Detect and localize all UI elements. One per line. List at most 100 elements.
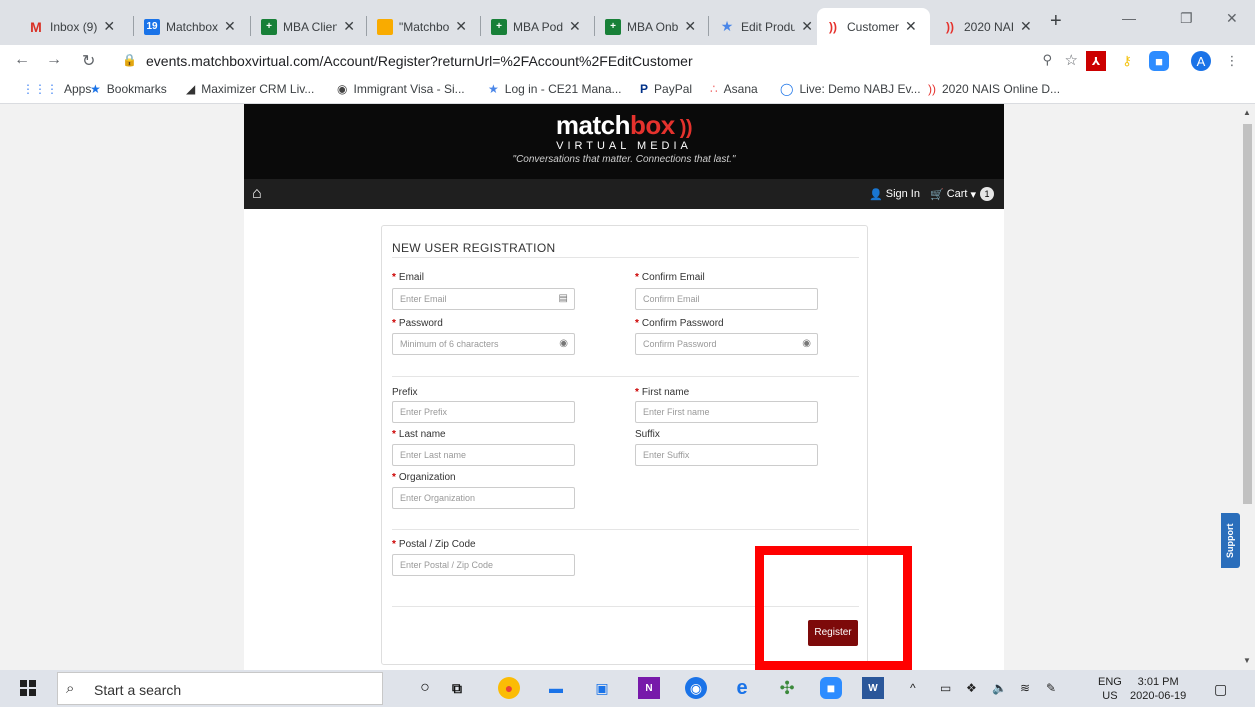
language-indicator[interactable]: ENG US	[1098, 675, 1122, 703]
confirm-email-field[interactable]: Confirm Email	[635, 288, 818, 310]
tray-chevron-icon[interactable]: ^	[910, 681, 916, 695]
home-icon[interactable]: ⌂	[252, 185, 262, 203]
bookmark-label: Maximizer CRM Liv...	[201, 82, 315, 96]
close-icon[interactable]: ✕	[455, 18, 467, 35]
close-icon[interactable]: ✕	[343, 18, 355, 35]
bookmark-immigrant-visa[interactable]: ◉ Immigrant Visa - Si...	[337, 82, 465, 96]
cart-icon: 🛒	[929, 188, 944, 201]
postal-code-field[interactable]: Enter Postal / Zip Code	[392, 554, 575, 576]
page-scrollbar[interactable]: ▲ ▼	[1240, 104, 1255, 670]
cart-link[interactable]: Cart	[947, 188, 968, 200]
dropbox-icon[interactable]: ❖	[966, 681, 977, 695]
scroll-down-icon[interactable]: ▼	[1243, 656, 1251, 665]
tab-2020-nais[interactable]: )) 2020 NAI ✕	[934, 8, 1042, 45]
tab-mba-pod[interactable]: + MBA Pod ✕	[483, 8, 591, 45]
close-window-icon[interactable]: ✕	[1226, 10, 1238, 27]
forward-icon[interactable]: →	[46, 51, 62, 69]
prefix-field[interactable]: Enter Prefix	[392, 401, 575, 423]
back-icon[interactable]: ←	[14, 51, 30, 69]
required-asterisk: *	[392, 429, 396, 440]
suffix-field[interactable]: Enter Suffix	[635, 444, 818, 466]
word-icon[interactable]: W	[862, 677, 884, 699]
minimize-icon[interactable]: —	[1122, 10, 1136, 26]
omnibox[interactable]: 🔒 events.matchboxvirtual.com/Account/Reg…	[118, 49, 1084, 73]
taskbar-clock[interactable]: 3:01 PM 2020-06-19	[1130, 675, 1186, 703]
first-name-field[interactable]: Enter First name	[635, 401, 818, 423]
bookmark-nabj[interactable]: ◯ Live: Demo NABJ Ev...	[780, 82, 921, 96]
scroll-thumb[interactable]	[1243, 124, 1252, 504]
tab-edit-product[interactable]: ★ Edit Produ ✕	[711, 8, 821, 45]
user-icon: 👤	[869, 188, 883, 201]
circle-app-icon[interactable]: ◉	[685, 677, 707, 699]
logo-subtitle: VIRTUAL MEDIA	[556, 140, 692, 152]
scroll-up-icon[interactable]: ▲	[1243, 108, 1251, 117]
sign-in-link[interactable]: Sign In	[886, 188, 920, 200]
chrome-icon[interactable]: ●	[498, 677, 520, 699]
web-viewport: matchbox )) VIRTUAL MEDIA "Conversations…	[0, 104, 1240, 670]
bookmark-star-icon[interactable]: ☆	[1065, 51, 1078, 69]
tab-inbox[interactable]: M Inbox (9) ✕	[20, 8, 130, 45]
close-icon[interactable]: ✕	[103, 18, 115, 35]
last-name-field[interactable]: Enter Last name	[392, 444, 575, 466]
volume-icon[interactable]: 🔈	[992, 681, 1007, 695]
edge-icon[interactable]: e	[731, 677, 753, 699]
site-logo[interactable]: matchbox ))	[244, 110, 1004, 141]
reload-icon[interactable]: ↻	[82, 51, 95, 71]
pdf-extension-icon[interactable]: ⅄	[1086, 51, 1106, 71]
close-icon[interactable]: ✕	[905, 18, 917, 35]
password-reveal-icon[interactable]: ◉	[559, 338, 568, 349]
email-field[interactable]: Enter Email ▤	[392, 288, 575, 310]
confirm-password-label: * Confirm Password	[635, 318, 724, 329]
new-tab-button[interactable]: +	[1050, 10, 1062, 33]
key-extension-icon[interactable]: ⚷	[1117, 51, 1137, 71]
avatar[interactable]: A	[1191, 51, 1211, 71]
tab-customer-active[interactable]: )) Customer ✕	[817, 8, 930, 45]
support-tab[interactable]: Support	[1221, 513, 1240, 568]
store-icon[interactable]: ▣	[591, 677, 613, 699]
zoom-extension-icon[interactable]: ■	[1149, 51, 1169, 71]
tab-matchbox-slides[interactable]: "Matchbo ✕	[369, 8, 477, 45]
taskbar-search-box[interactable]: ⌕ Start a search	[57, 672, 383, 705]
pen-icon[interactable]: ✎	[1046, 681, 1056, 695]
postal-code-label: * Postal / Zip Code	[392, 539, 476, 550]
wifi-icon[interactable]: ≋	[1020, 681, 1030, 695]
tab-mba-client[interactable]: + MBA Clien ✕	[253, 8, 363, 45]
notification-icon[interactable]: ▢	[1214, 681, 1227, 698]
slack-icon[interactable]: ✣	[776, 677, 798, 699]
first-name-label: * First name	[635, 387, 689, 398]
bookmark-asana[interactable]: ∴ Asana	[710, 82, 758, 96]
tab-matchbox-calendar[interactable]: 19 Matchbox ✕	[136, 8, 246, 45]
label-text: Email	[398, 272, 424, 283]
file-explorer-icon[interactable]: ▬	[545, 677, 567, 699]
close-icon[interactable]: ✕	[569, 18, 581, 35]
close-icon[interactable]: ✕	[224, 18, 236, 35]
tab-mba-onboarding[interactable]: + MBA Onb ✕	[597, 8, 705, 45]
menu-icon[interactable]: ⋮	[1222, 51, 1242, 71]
bookmark-paypal[interactable]: P PayPal	[640, 82, 692, 96]
close-icon[interactable]: ✕	[684, 18, 696, 35]
tab-label: MBA Onb	[627, 19, 679, 34]
task-view-icon[interactable]: ⧉	[446, 677, 468, 699]
bookmark-label: 2020 NAIS Online D...	[942, 82, 1061, 96]
bookmark-apps[interactable]: ⋮⋮⋮ Apps	[22, 82, 91, 96]
organization-field[interactable]: Enter Organization	[392, 487, 575, 509]
close-icon[interactable]: ✕	[801, 18, 813, 35]
caret-down-icon[interactable]: ▾	[970, 188, 976, 201]
windows-start-icon[interactable]	[20, 680, 37, 697]
close-icon[interactable]: ✕	[1020, 18, 1032, 35]
onenote-icon[interactable]: N	[638, 677, 660, 699]
zoom-app-icon[interactable]: ■	[820, 677, 842, 699]
bookmark-maximizer[interactable]: ◢ Maximizer CRM Liv...	[186, 82, 314, 96]
confirm-password-field[interactable]: Confirm Password ◉	[635, 333, 818, 355]
zoom-icon[interactable]: ⚲	[1042, 52, 1052, 68]
restore-icon[interactable]: ❐	[1180, 10, 1193, 27]
password-field[interactable]: Minimum of 6 characters ◉	[392, 333, 575, 355]
bookmark-nais[interactable]: )) 2020 NAIS Online D...	[928, 82, 1060, 96]
bookmark-bookmarks[interactable]: ★ Bookmarks	[90, 82, 167, 96]
bookmark-ce21[interactable]: ★ Log in - CE21 Mana...	[488, 82, 622, 96]
cortana-icon[interactable]: ○	[414, 677, 436, 699]
email-label: * Email	[392, 272, 424, 283]
required-asterisk: *	[635, 272, 639, 283]
tray-device-icon[interactable]: ▭	[940, 681, 951, 695]
password-reveal-icon[interactable]: ◉	[802, 338, 811, 349]
